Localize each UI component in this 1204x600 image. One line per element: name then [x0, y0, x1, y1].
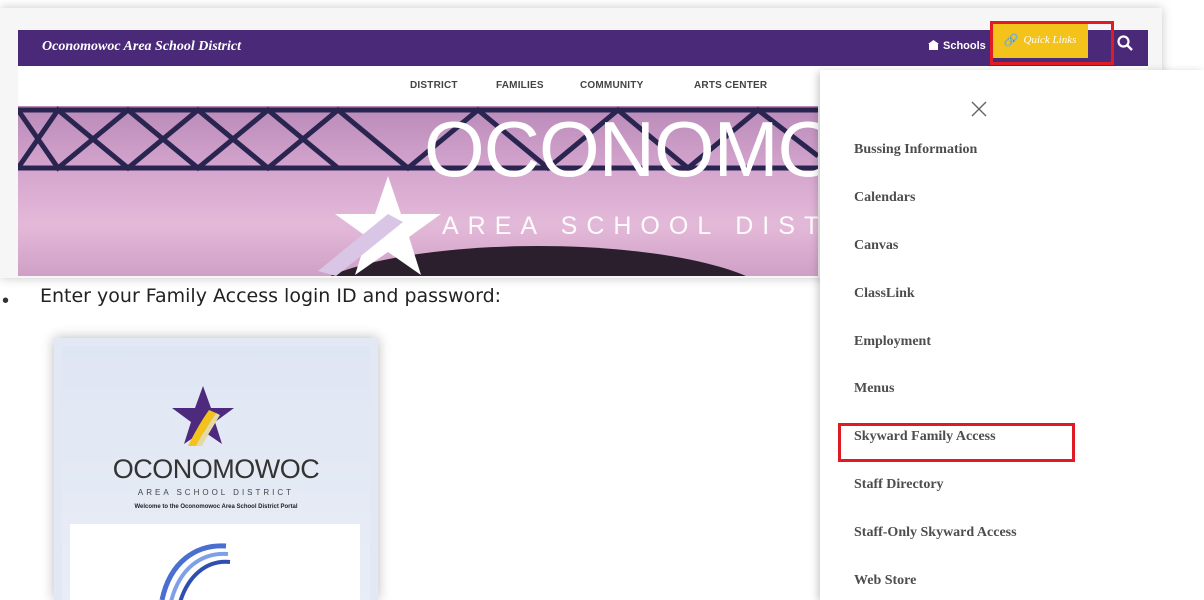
- star-logo-icon: [172, 386, 234, 446]
- quick-link-staff-directory[interactable]: Staff Directory: [854, 477, 944, 493]
- classlink-logo-icon: [159, 543, 231, 600]
- quick-links-highlight: [990, 21, 1114, 65]
- quick-link-menus[interactable]: Menus: [854, 381, 894, 397]
- nav-arts-center[interactable]: ARTS CENTER: [694, 80, 767, 91]
- bullet-point: •: [2, 290, 10, 312]
- quick-link-classlink[interactable]: ClassLink: [854, 286, 915, 302]
- quick-link-canvas[interactable]: Canvas: [854, 238, 898, 254]
- hero-banner: OCONOMOWOC AREA SCHOOL DISTRICT: [18, 106, 818, 276]
- quick-link-calendars[interactable]: Calendars: [854, 190, 915, 206]
- portal-screenshot: OCONOMOWOC AREA SCHOOL DISTRICT Welcome …: [54, 338, 378, 600]
- search-icon[interactable]: [1116, 34, 1134, 52]
- quick-link-web-store[interactable]: Web Store: [854, 573, 916, 589]
- hero-title: OCONOMOWOC: [424, 106, 818, 193]
- portal-district-subtitle: AREA SCHOOL DISTRICT: [137, 488, 295, 497]
- quick-link-staff-only-skyward-access[interactable]: Staff-Only Skyward Access: [854, 525, 1017, 541]
- schools-label: Schools: [943, 40, 986, 52]
- close-icon[interactable]: [971, 101, 987, 117]
- instruction-text: Enter your Family Access login ID and pa…: [40, 285, 502, 307]
- skyward-family-access-highlight: [838, 423, 1075, 462]
- quick-link-bussing-information[interactable]: Bussing Information: [854, 142, 977, 158]
- nav-district[interactable]: DISTRICT: [410, 80, 458, 91]
- quick-links-panel: Bussing Information Calendars Canvas Cla…: [820, 70, 1204, 600]
- nav-families[interactable]: FAMILIES: [496, 80, 544, 91]
- login-card: [70, 524, 360, 600]
- quick-link-employment[interactable]: Employment: [854, 334, 931, 350]
- school-building-icon: [928, 40, 939, 50]
- nav-community[interactable]: COMMUNITY: [580, 80, 643, 91]
- schools-button[interactable]: Schools: [928, 40, 986, 52]
- portal-welcome-text: Welcome to the Oconomowoc Area School Di…: [134, 504, 298, 510]
- portal-page: OCONOMOWOC AREA SCHOOL DISTRICT Welcome …: [62, 346, 370, 600]
- site-title[interactable]: Oconomowoc Area School District: [42, 39, 241, 55]
- top-bar: Oconomowoc Area School District Schools: [18, 30, 1148, 66]
- hero-subtitle: AREA SCHOOL DISTRICT: [442, 212, 818, 240]
- portal-district-name: OCONOMOWOC: [112, 454, 320, 484]
